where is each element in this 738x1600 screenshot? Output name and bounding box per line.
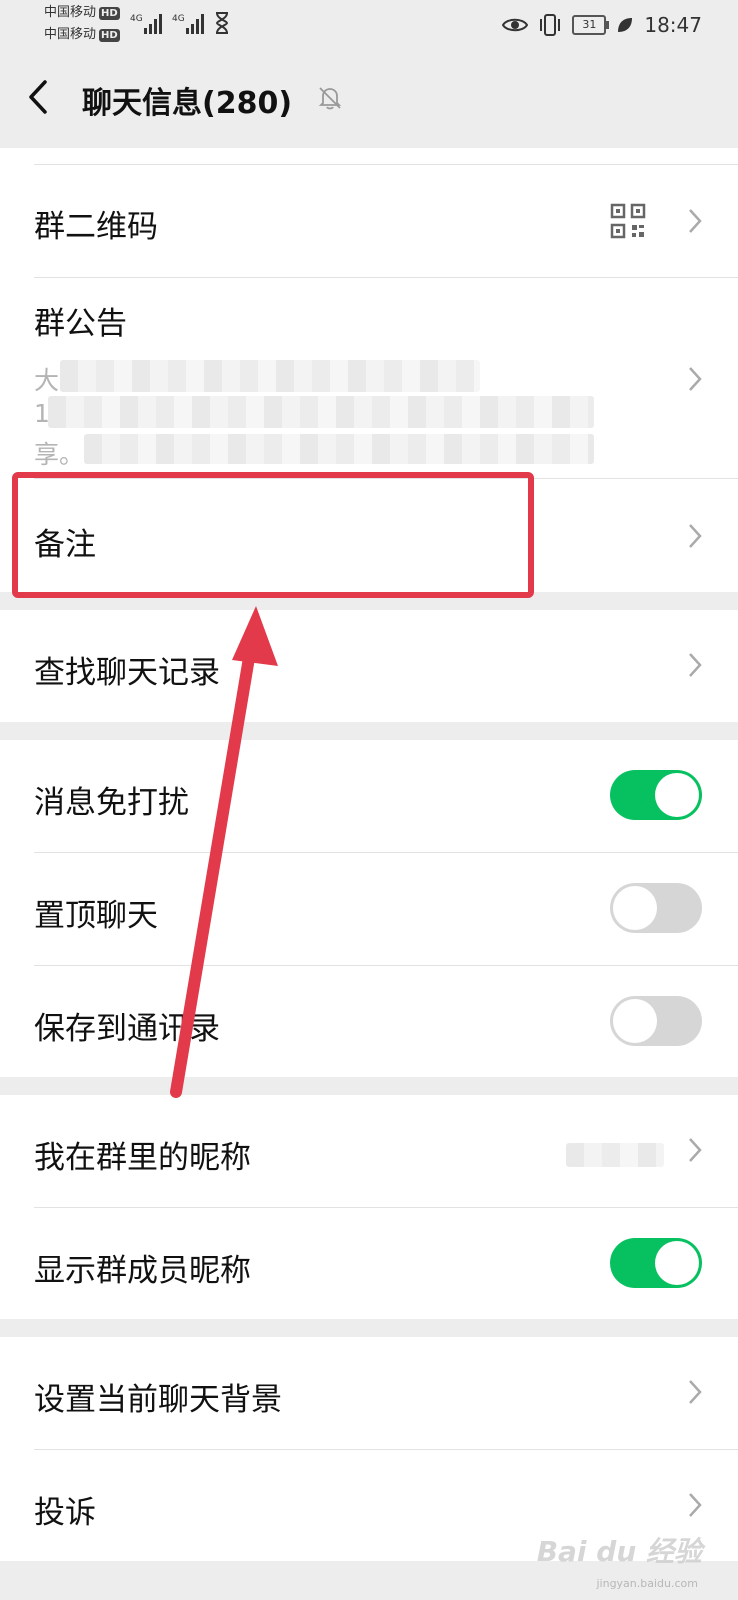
qr-code-label: 群二维码 [34, 209, 158, 245]
qr-code-icon [610, 203, 646, 239]
baidu-watermark-url: jingyan.baidu.com [596, 1577, 698, 1590]
baidu-watermark: Bai du 经验 [536, 1535, 702, 1568]
signal-2-icon: 4G [172, 14, 204, 34]
section-search: 查找聊天记录 [0, 610, 738, 722]
section-nickname: 我在群里的昵称 显示群成员昵称 [0, 1095, 738, 1319]
eye-icon [502, 18, 529, 32]
vibrate-icon [540, 14, 561, 36]
carrier-1: 中国移动 HD [44, 6, 120, 20]
chat-background-label: 设置当前聊天背景 [34, 1382, 282, 1418]
back-arrow-icon[interactable] [28, 80, 48, 114]
chevron-right-icon [689, 524, 702, 548]
status-right: 31 18:47 [502, 12, 702, 38]
row-my-nickname[interactable]: 我在群里的昵称 [0, 1095, 738, 1207]
blurred-text [48, 396, 594, 428]
carrier-2: 中国移动 HD [44, 28, 120, 42]
my-nickname-label: 我在群里的昵称 [34, 1140, 251, 1176]
announcement-text-1: 大 [34, 366, 60, 395]
announcement-label: 群公告 [34, 306, 127, 342]
announcement-text-3: 享。 [34, 440, 85, 469]
row-chat-background[interactable]: 设置当前聊天背景 [0, 1337, 738, 1449]
blurred-text [84, 434, 594, 464]
report-label: 投诉 [34, 1495, 96, 1531]
leaf-icon [618, 18, 633, 32]
mute-toggle[interactable] [610, 770, 702, 820]
status-bar: 中国移动 HD 中国移动 HD 4G 4G 31 18:47 [0, 0, 738, 48]
chevron-right-icon [689, 653, 702, 677]
hd-badge-1: HD [99, 7, 120, 20]
mute-label: 消息免打扰 [34, 785, 189, 821]
row-save-contacts[interactable]: 保存到通讯录 [0, 966, 738, 1077]
carrier-2-name: 中国移动 [44, 27, 97, 42]
search-history-label: 查找聊天记录 [34, 655, 220, 691]
hourglass-icon [215, 12, 229, 34]
chevron-right-icon [689, 367, 702, 391]
sticky-label: 置顶聊天 [34, 898, 158, 934]
annotation-highlight-box [12, 472, 534, 598]
network-2-label: 4G [172, 14, 185, 24]
blurred-text [60, 360, 480, 392]
muted-bell-icon [318, 87, 342, 110]
row-show-nicknames[interactable]: 显示群成员昵称 [0, 1208, 738, 1319]
show-nicknames-toggle[interactable] [610, 1238, 702, 1288]
blurred-nickname [566, 1143, 664, 1167]
toggle-knob [655, 773, 699, 817]
show-nicknames-label: 显示群成员昵称 [34, 1253, 251, 1289]
chevron-right-icon [689, 1138, 702, 1162]
chevron-right-icon [689, 1380, 702, 1404]
row-sticky[interactable]: 置顶聊天 [0, 853, 738, 965]
sticky-toggle[interactable] [610, 883, 702, 933]
save-contacts-label: 保存到通讯录 [34, 1011, 220, 1047]
save-contacts-toggle[interactable] [610, 996, 702, 1046]
chevron-right-icon [689, 209, 702, 233]
carrier-1-name: 中国移动 [44, 5, 97, 20]
row-mute[interactable]: 消息免打扰 [0, 740, 738, 852]
chevron-right-icon [689, 1493, 702, 1517]
signal-1-icon: 4G [130, 14, 162, 34]
clock: 18:47 [644, 13, 702, 37]
row-announcement[interactable]: 群公告 大 1 享。 [0, 278, 738, 478]
row-search-history[interactable]: 查找聊天记录 [0, 610, 738, 722]
row-qr-code[interactable]: 群二维码 [0, 165, 738, 277]
section-other: 设置当前聊天背景 投诉 [0, 1337, 738, 1561]
battery-icon: 31 [572, 15, 610, 35]
hd-badge-2: HD [99, 29, 120, 42]
page-title: 聊天信息(280) [82, 86, 293, 121]
nav-bar: 聊天信息(280) [0, 48, 738, 148]
toggle-knob [655, 1241, 699, 1285]
section-chat-settings: 消息免打扰 置顶聊天 保存到通讯录 [0, 740, 738, 1077]
toggle-knob [613, 999, 657, 1043]
toggle-knob [613, 886, 657, 930]
network-1-label: 4G [130, 14, 143, 24]
